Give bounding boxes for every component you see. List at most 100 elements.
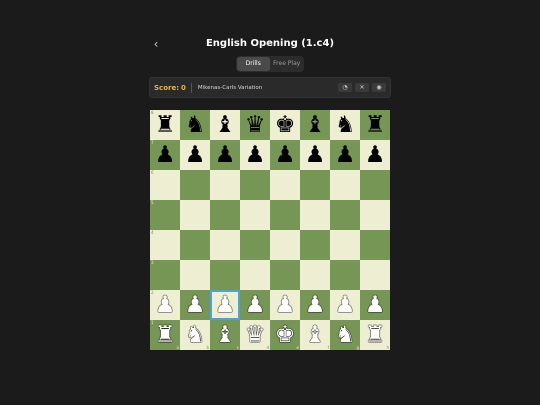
square-h4[interactable]	[360, 230, 390, 260]
black-rook-icon[interactable]: ♜	[365, 112, 386, 138]
square-g2[interactable]: ♟	[330, 290, 360, 320]
square-h5[interactable]	[360, 200, 390, 230]
black-pawn-icon[interactable]: ♟	[275, 142, 296, 168]
square-c6[interactable]	[210, 170, 240, 200]
black-pawn-icon[interactable]: ♟	[155, 142, 176, 168]
black-pawn-icon[interactable]: ♟	[335, 142, 356, 168]
square-a3[interactable]: 3	[150, 260, 180, 290]
black-pawn-icon[interactable]: ♟	[185, 142, 206, 168]
square-e2[interactable]: ♟	[270, 290, 300, 320]
square-g1[interactable]: g ♞	[330, 320, 360, 350]
square-d6[interactable]	[240, 170, 270, 200]
white-pawn-icon[interactable]: ♟	[185, 292, 206, 318]
square-d3[interactable]	[240, 260, 270, 290]
square-d8[interactable]: ♛	[240, 110, 270, 140]
white-bishop-icon[interactable]: ♝	[305, 322, 326, 348]
white-bishop-icon[interactable]: ♝	[215, 322, 236, 348]
square-c2[interactable]: ♟	[210, 290, 240, 320]
white-pawn-icon[interactable]: ♟	[155, 292, 176, 318]
black-bishop-icon[interactable]: ♝	[215, 112, 236, 138]
square-b8[interactable]: ♞	[180, 110, 210, 140]
square-h6[interactable]	[360, 170, 390, 200]
black-pawn-icon[interactable]: ♟	[365, 142, 386, 168]
square-a1[interactable]: 1 a ♜	[150, 320, 180, 350]
black-pawn-icon[interactable]: ♟	[305, 142, 326, 168]
square-g3[interactable]	[330, 260, 360, 290]
square-c3[interactable]	[210, 260, 240, 290]
square-d4[interactable]	[240, 230, 270, 260]
square-g8[interactable]: ♞	[330, 110, 360, 140]
square-a2[interactable]: 2 ♟	[150, 290, 180, 320]
square-h1[interactable]: h ♜	[360, 320, 390, 350]
square-a7[interactable]: 7 ♟	[150, 140, 180, 170]
square-a4[interactable]: 4	[150, 230, 180, 260]
square-b2[interactable]: ♟	[180, 290, 210, 320]
black-king-icon[interactable]: ♚	[275, 112, 296, 138]
white-pawn-icon[interactable]: ♟	[305, 292, 326, 318]
black-pawn-icon[interactable]: ♟	[245, 142, 266, 168]
black-bishop-icon[interactable]: ♝	[305, 112, 326, 138]
square-h7[interactable]: ♟	[360, 140, 390, 170]
square-a5[interactable]: 5	[150, 200, 180, 230]
white-king-icon[interactable]: ♚	[275, 322, 296, 348]
black-knight-icon[interactable]: ♞	[185, 112, 206, 138]
black-rook-icon[interactable]: ♜	[155, 112, 176, 138]
tab-free-play[interactable]: Free Play	[271, 57, 304, 71]
square-g7[interactable]: ♟	[330, 140, 360, 170]
square-e8[interactable]: ♚	[270, 110, 300, 140]
square-f8[interactable]: ♝	[300, 110, 330, 140]
square-f3[interactable]	[300, 260, 330, 290]
square-b1[interactable]: b ♞	[180, 320, 210, 350]
white-queen-icon[interactable]: ♛	[245, 322, 266, 348]
square-f7[interactable]: ♟	[300, 140, 330, 170]
square-b3[interactable]	[180, 260, 210, 290]
square-f6[interactable]	[300, 170, 330, 200]
white-pawn-icon[interactable]: ♟	[215, 292, 236, 318]
square-d1[interactable]: d ♛	[240, 320, 270, 350]
square-d5[interactable]	[240, 200, 270, 230]
tab-drills[interactable]: Drills	[237, 57, 270, 71]
square-e3[interactable]	[270, 260, 300, 290]
square-e5[interactable]	[270, 200, 300, 230]
square-b4[interactable]	[180, 230, 210, 260]
white-pawn-icon[interactable]: ♟	[275, 292, 296, 318]
square-g5[interactable]	[330, 200, 360, 230]
square-c7[interactable]: ♟	[210, 140, 240, 170]
white-knight-icon[interactable]: ♞	[185, 322, 206, 348]
square-c4[interactable]	[210, 230, 240, 260]
square-h8[interactable]: ♜	[360, 110, 390, 140]
white-rook-icon[interactable]: ♜	[155, 322, 176, 348]
square-f4[interactable]	[300, 230, 330, 260]
hint-button[interactable]: ◔	[338, 83, 352, 92]
square-h2[interactable]: ♟	[360, 290, 390, 320]
square-h3[interactable]	[360, 260, 390, 290]
black-queen-icon[interactable]: ♛	[245, 112, 266, 138]
square-a8[interactable]: 8 ♜	[150, 110, 180, 140]
square-d7[interactable]: ♟	[240, 140, 270, 170]
square-c8[interactable]: ♝	[210, 110, 240, 140]
square-b5[interactable]	[180, 200, 210, 230]
square-c5[interactable]	[210, 200, 240, 230]
show-answer-button[interactable]: ◉	[372, 83, 386, 92]
square-e7[interactable]: ♟	[270, 140, 300, 170]
square-f5[interactable]	[300, 200, 330, 230]
square-e4[interactable]	[270, 230, 300, 260]
square-c1[interactable]: c ♝	[210, 320, 240, 350]
square-e1[interactable]: e ♚	[270, 320, 300, 350]
white-pawn-icon[interactable]: ♟	[335, 292, 356, 318]
square-f2[interactable]: ♟	[300, 290, 330, 320]
white-pawn-icon[interactable]: ♟	[365, 292, 386, 318]
square-a6[interactable]: 6	[150, 170, 180, 200]
square-b7[interactable]: ♟	[180, 140, 210, 170]
white-rook-icon[interactable]: ♜	[365, 322, 386, 348]
white-knight-icon[interactable]: ♞	[335, 322, 356, 348]
square-f1[interactable]: f ♝	[300, 320, 330, 350]
square-e6[interactable]	[270, 170, 300, 200]
square-d2[interactable]: ♟	[240, 290, 270, 320]
black-pawn-icon[interactable]: ♟	[215, 142, 236, 168]
square-b6[interactable]	[180, 170, 210, 200]
white-pawn-icon[interactable]: ♟	[245, 292, 266, 318]
square-g6[interactable]	[330, 170, 360, 200]
black-knight-icon[interactable]: ♞	[335, 112, 356, 138]
close-button[interactable]: ✕	[355, 83, 369, 92]
